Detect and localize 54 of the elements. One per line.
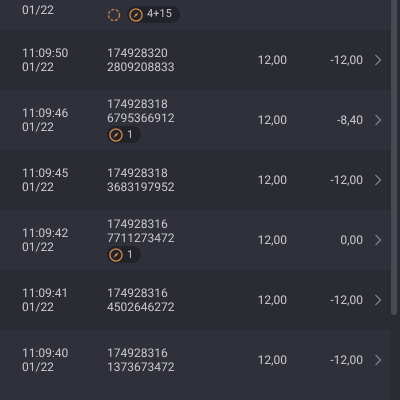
- compass-icon: [109, 248, 123, 262]
- transaction-row[interactable]: 11:09:40 01/22 174928316 1373673472 12,00 -12,00: [0, 330, 390, 390]
- time-text: 11:09:41: [22, 286, 70, 300]
- date-text: 01/22: [22, 360, 55, 374]
- bonus-tag: 4+15: [127, 6, 180, 23]
- stake-amount: 12,00: [256, 232, 287, 249]
- time-text: 11:09:40: [22, 346, 70, 360]
- ticket-id: 174928316: [107, 286, 168, 300]
- stake-amount: 12,00: [256, 352, 287, 369]
- ticket-id: 174928316: [107, 217, 168, 231]
- ticket-id: 174928318: [107, 97, 168, 111]
- chevron-right-icon[interactable]: [374, 114, 382, 126]
- compass-icon: [129, 8, 143, 22]
- stake-amount: 12,00: [256, 112, 287, 129]
- ticket-id: 174928320: [107, 46, 168, 60]
- result-amount: -12,00: [329, 52, 363, 69]
- result-amount: -12,00: [329, 172, 363, 189]
- result-amount: -12,00: [329, 352, 363, 369]
- date-text: 01/22: [22, 3, 54, 17]
- time-text: 11:09:45: [22, 166, 70, 180]
- bonus-tag: 1: [107, 246, 142, 263]
- date-text: 01/22: [22, 240, 55, 254]
- ticket-id: 1373673472: [107, 360, 174, 374]
- ticket-id: 6795366912: [107, 111, 174, 125]
- transaction-row[interactable]: 11:09:46 01/22 174928318 6795366912 1 12,00 -8,40: [0, 90, 390, 150]
- compass-icon: [109, 128, 123, 142]
- stake-amount: 12,00: [256, 52, 287, 69]
- bonus-tag: 1: [107, 126, 142, 143]
- result-amount: -8,40: [336, 112, 363, 129]
- stake-amount: 12,00: [256, 292, 287, 309]
- date-text: 01/22: [22, 120, 55, 134]
- date-text: 01/22: [22, 180, 55, 194]
- result-amount: -12,00: [329, 292, 363, 309]
- ticket-id: 174928318: [107, 166, 168, 180]
- chevron-right-icon[interactable]: [374, 294, 382, 306]
- spinner-icon: [107, 8, 121, 22]
- chevron-right-icon[interactable]: [374, 234, 382, 246]
- chevron-right-icon[interactable]: [374, 174, 382, 186]
- ticket-id: 3683197952: [107, 180, 174, 194]
- ticket-id: 174928316: [107, 346, 168, 360]
- transaction-row[interactable]: 11:09:42 01/22 174928316 7711273472 1 12,00 0,00: [0, 210, 390, 270]
- stake-amount: 12,00: [256, 172, 287, 189]
- transaction-row[interactable]: 01/22 4+15: [0, 0, 390, 30]
- chevron-right-icon[interactable]: [374, 354, 382, 366]
- time-text: 11:09:42: [22, 226, 70, 240]
- date-text: 01/22: [22, 300, 55, 314]
- chevron-right-icon[interactable]: [374, 54, 382, 66]
- time-text: 11:09:46: [22, 106, 70, 120]
- result-amount: 0,00: [339, 232, 363, 249]
- ticket-id: 2809208833: [107, 60, 174, 74]
- ticket-id: 7711273472: [107, 231, 174, 245]
- date-text: 01/22: [22, 60, 55, 74]
- ticket-id: 4502646272: [107, 300, 174, 314]
- time-text: 11:09:50: [22, 46, 70, 60]
